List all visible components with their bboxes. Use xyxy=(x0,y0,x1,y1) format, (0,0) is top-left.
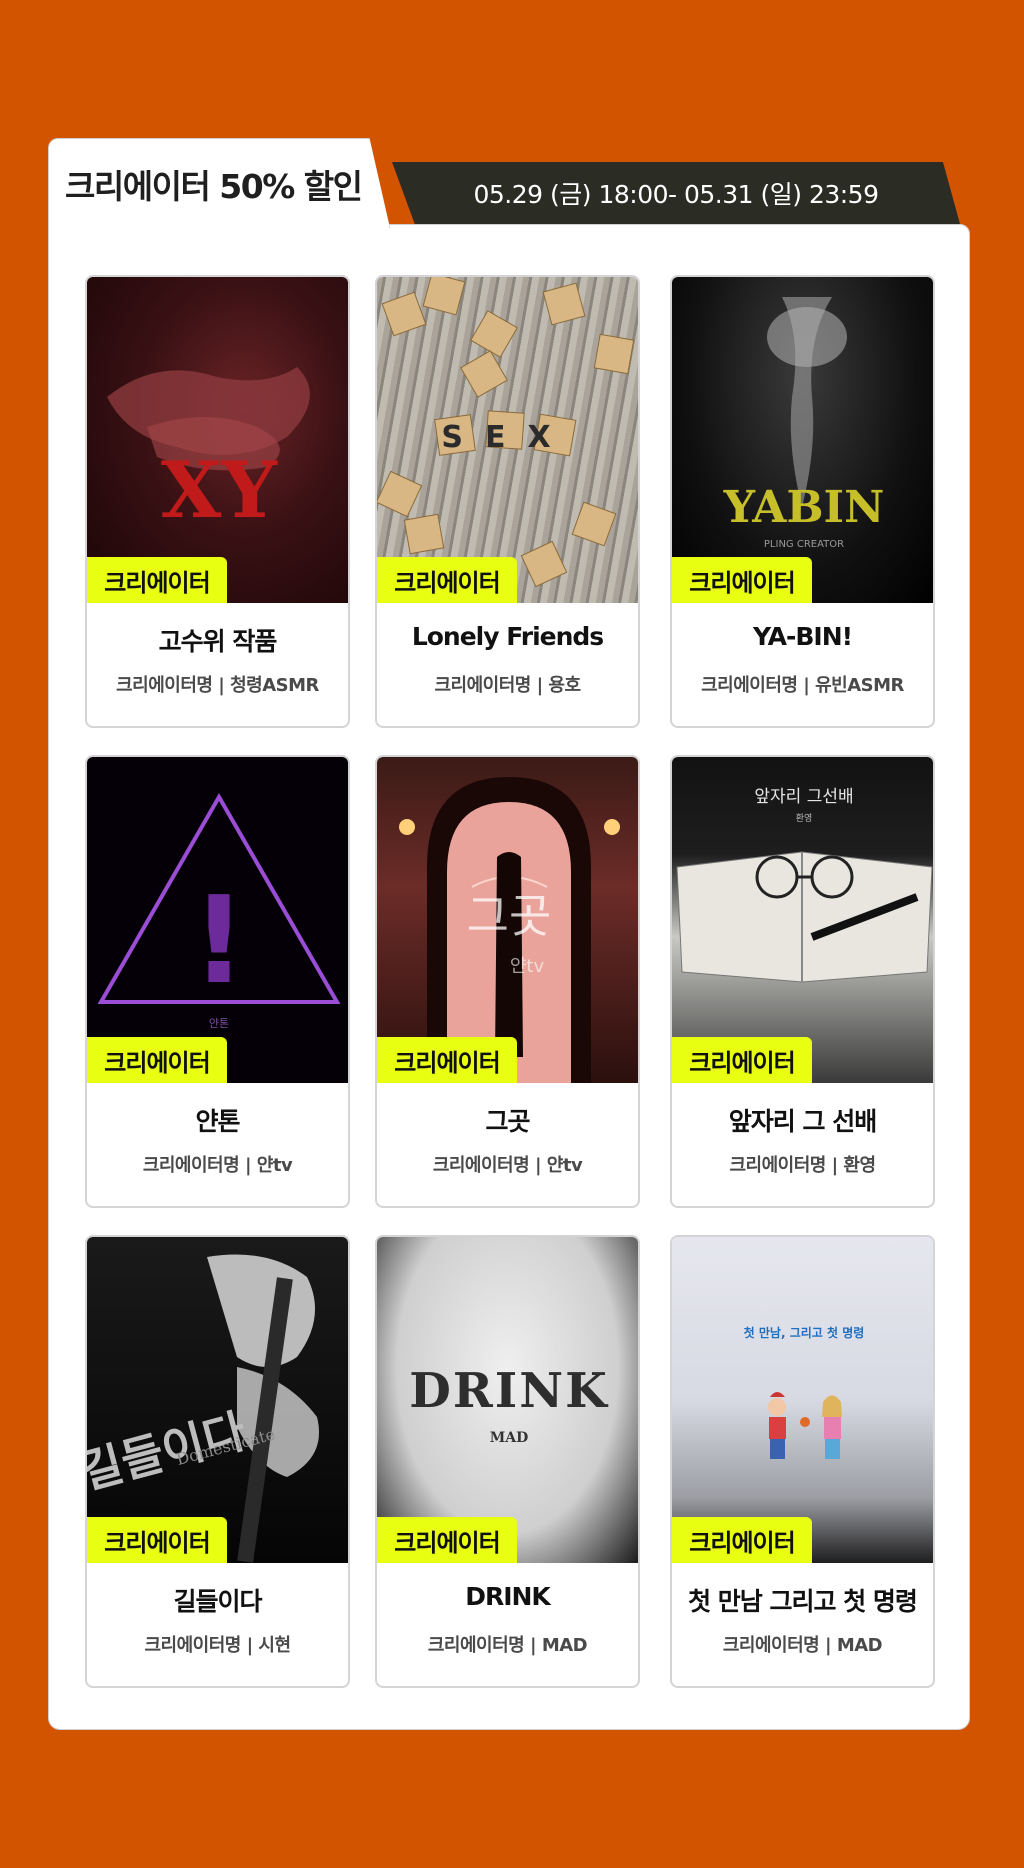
cover-art-text: 앞자리 그선배 xyxy=(754,787,853,807)
card-subtitle: 크리에이터명 | 얀tv xyxy=(432,1155,583,1176)
card-subtitle: 크리에이터명 | 청령ASMR xyxy=(116,675,319,696)
promo-period: 05.29 (금) 18:00- 05.31 (일) 23:59 xyxy=(473,180,879,209)
card-title: 길들이다 xyxy=(173,1587,262,1616)
card-subtitle: 크리에이터명 | 얀tv xyxy=(142,1155,293,1176)
creator-badge: 크리에이터 xyxy=(377,1037,517,1083)
belt-hands-cover-art: 길들이다 Domesticate xyxy=(87,1237,348,1563)
warning-triangle-cover-art: ! 얀톤 xyxy=(87,757,348,1083)
cover-art-text: DRINK xyxy=(409,1363,609,1419)
card-title: 앞자리 그 선배 xyxy=(728,1107,877,1136)
card-subtitle: 크리에이터명 | MAD xyxy=(722,1635,883,1656)
promo-period-bar: 05.29 (금) 18:00- 05.31 (일) 23:59 xyxy=(392,162,960,224)
card-title: Lonely Friends xyxy=(411,622,604,651)
cover-art-subtext: 얀tv xyxy=(510,956,545,977)
product-card[interactable]: ! 얀톤 크리에이터 얀톤 크리에이터명 | 얀tv xyxy=(85,755,350,1208)
creator-badge: 크리에이터 xyxy=(672,1037,812,1083)
product-card[interactable]: XY 크리에이터 고수위 작품 크리에이터명 | 청령ASMR xyxy=(85,275,350,728)
card-title: 고수위 작품 xyxy=(158,627,278,656)
yabin-cover-art: YABIN PLING CREATOR xyxy=(672,277,933,603)
cover-art-text: XY xyxy=(161,445,279,536)
card-title: 그곳 xyxy=(485,1107,530,1136)
cover-art-text: YABIN xyxy=(723,482,885,533)
product-card[interactable]: 앞자리 그선배 환영 크리에이터 앞자리 그 선배 크리에이터명 | 환영 xyxy=(670,755,935,1208)
toy-figures-cover-art: 첫 만남, 그리고 첫 명령 xyxy=(672,1237,933,1563)
xy-cover-art: XY xyxy=(87,277,348,603)
card-title: 얀톤 xyxy=(195,1107,240,1136)
creator-badge: 크리에이터 xyxy=(672,557,812,603)
creator-badge: 크리에이터 xyxy=(87,557,227,603)
drink-cover-art: DRINK MAD xyxy=(377,1237,638,1563)
cover-art-subtext: 얀톤 xyxy=(209,1016,229,1030)
cover-art-subtext: 환영 xyxy=(796,812,813,824)
promo-title-tab: 크리에이터 50% 할인 xyxy=(48,138,390,228)
product-card[interactable]: SEX 크리에이터 Lonely Friends 크리에이터명 | 용호 xyxy=(375,275,640,728)
cover-art-subtext: MAD xyxy=(490,1430,529,1446)
creator-badge: 크리에이터 xyxy=(87,1037,227,1083)
cover-art-text: 그곳 xyxy=(467,889,552,943)
creator-badge: 크리에이터 xyxy=(377,557,517,603)
product-card[interactable]: 그곳 얀tv 크리에이터 그곳 크리에이터명 | 얀tv xyxy=(375,755,640,1208)
product-grid-panel: XY 크리에이터 고수위 작품 크리에이터명 | 청령ASMR SEX 크리에이… xyxy=(48,224,970,1730)
creator-badge: 크리에이터 xyxy=(377,1517,517,1563)
cover-art-text: 첫 만남, 그리고 첫 명령 xyxy=(744,1325,865,1340)
notebook-glasses-cover-art: 앞자리 그선배 환영 xyxy=(672,757,933,1083)
creator-badge: 크리에이터 xyxy=(672,1517,812,1563)
product-card[interactable]: DRINK MAD 크리에이터 DRINK 크리에이터명 | MAD xyxy=(375,1235,640,1688)
card-title: YA-BIN! xyxy=(752,622,853,651)
cover-art-text: ! xyxy=(192,872,247,1011)
product-card[interactable]: 길들이다 Domesticate 크리에이터 길들이다 크리에이터명 | 시현 xyxy=(85,1235,350,1688)
card-subtitle: 크리에이터명 | 시현 xyxy=(144,1635,291,1656)
cover-art-text: SEX xyxy=(441,420,572,455)
creator-badge: 크리에이터 xyxy=(87,1517,227,1563)
card-subtitle: 크리에이터명 | 용호 xyxy=(434,675,581,696)
card-subtitle: 크리에이터명 | 유빈ASMR xyxy=(701,675,904,696)
card-title: 첫 만남 그리고 첫 명령 xyxy=(688,1587,918,1616)
scrabble-tiles-cover-art: SEX xyxy=(377,277,638,603)
card-subtitle: 크리에이터명 | MAD xyxy=(427,1635,588,1656)
product-card[interactable]: 첫 만남, 그리고 첫 명령 크리에이터 첫 만남 그리고 첫 명령 크리에이터… xyxy=(670,1235,935,1688)
card-subtitle: 크리에이터명 | 환영 xyxy=(729,1155,876,1176)
promo-title: 크리에이터 50% 할인 xyxy=(65,166,363,206)
product-card[interactable]: YABIN PLING CREATOR 크리에이터 YA-BIN! 크리에이터명… xyxy=(670,275,935,728)
doorway-cover-art: 그곳 얀tv xyxy=(377,757,638,1083)
card-title: DRINK xyxy=(465,1582,551,1611)
cover-art-subtext: PLING CREATOR xyxy=(764,539,844,550)
